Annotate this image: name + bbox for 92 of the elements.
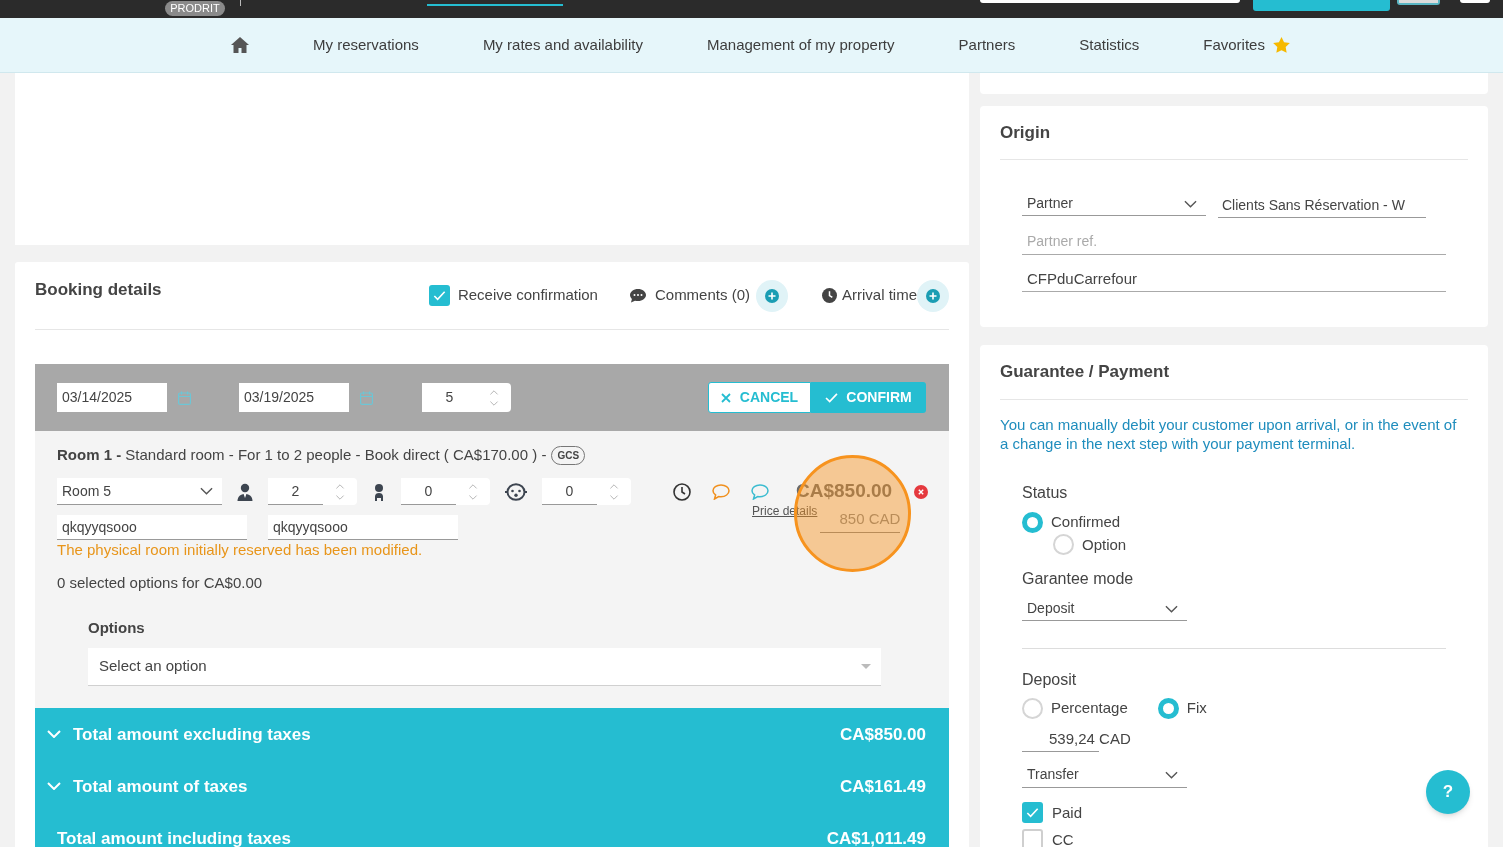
nav-link[interactable]: Management of my property <box>706 33 895 57</box>
checkbox-label: Receive confirmation <box>457 285 598 306</box>
environment-badge: PRODRIT <box>165 1 225 16</box>
field-label: Garantee mode <box>1022 569 1135 589</box>
field-label: Options <box>88 618 146 638</box>
radio-button[interactable] <box>1053 534 1074 556</box>
number-field[interactable]: 0 <box>401 478 456 505</box>
chevron-down-icon[interactable] <box>47 782 61 790</box>
guest-name-field[interactable]: qkqyyqsooo <box>268 515 458 540</box>
section-title: Guarantee / Payment <box>1000 361 1170 384</box>
close-icon <box>720 392 731 403</box>
radio-label: Fix <box>1186 698 1207 718</box>
number-stepper[interactable] <box>456 478 490 505</box>
warning-message: The physical room initially reserved has been modified. <box>57 540 424 560</box>
room-title: Room 1 - Standard room - For 1 to 2 people - Book direct ( CA$170.00 ) - <box>57 445 547 465</box>
nav-link[interactable]: Partners <box>958 33 1016 57</box>
section-title: Origin <box>1000 121 1051 144</box>
nav-link[interactable]: Statistics <box>1079 33 1140 57</box>
nav-link[interactable]: My rates and availability <box>482 33 643 57</box>
chevron-down-icon <box>1165 770 1178 779</box>
room-select[interactable]: Room 5 <box>57 478 222 505</box>
baby-face-icon <box>505 482 527 501</box>
speech-bubble-icon[interactable] <box>712 483 730 500</box>
radio-button[interactable] <box>1022 697 1043 719</box>
chat-bubble-icon <box>629 288 646 303</box>
guarantee-mode-select[interactable]: Deposit <box>1022 597 1187 621</box>
reference-field[interactable]: CFPduCarrefour <box>1022 265 1446 292</box>
checkbox-label: Paid <box>1052 804 1083 820</box>
comments-label: Comments (0) <box>654 285 750 306</box>
guest-name-field[interactable]: qkqyyqsooo <box>57 515 247 540</box>
calendar-icon[interactable] <box>360 390 373 405</box>
checkbox[interactable] <box>428 285 450 306</box>
caret-down-icon <box>861 664 871 669</box>
star-icon <box>1272 37 1290 53</box>
up-down-chevrons-icon <box>335 482 345 501</box>
child-icon <box>372 482 386 501</box>
radio-button[interactable] <box>1157 697 1179 719</box>
partner-name-field[interactable]: Clients Sans Réservation - W <box>1218 192 1426 218</box>
checkbox[interactable] <box>1022 801 1043 823</box>
checkbox[interactable] <box>1022 828 1043 847</box>
number-stepper[interactable] <box>597 478 631 505</box>
radio-label: Option <box>1082 534 1127 555</box>
options-select[interactable]: Select an option <box>88 648 881 686</box>
radio-button[interactable] <box>1022 511 1043 533</box>
total-label: Total amount of taxes <box>73 777 248 795</box>
calendar-icon[interactable] <box>178 390 191 405</box>
partner-type-select[interactable]: Partner <box>1022 192 1206 216</box>
number-stepper[interactable] <box>477 383 511 412</box>
number-field[interactable]: 5 <box>422 383 477 412</box>
total-label: Total amount including taxes <box>57 829 291 847</box>
total-amount: CA$1,011.49 <box>826 829 926 847</box>
plus-icon <box>926 288 940 303</box>
total-amount: CA$850.00 <box>840 725 926 743</box>
speech-bubble-icon[interactable] <box>751 483 769 500</box>
up-down-chevrons-icon <box>609 482 619 501</box>
chevron-down-icon <box>200 487 213 495</box>
check-icon <box>825 392 839 403</box>
home-icon[interactable] <box>231 37 249 53</box>
section-title: Booking details <box>35 278 162 301</box>
radio-label: Percentage <box>1051 698 1128 718</box>
nav-link[interactable]: My reservations <box>313 33 419 57</box>
field-label: Status <box>1022 483 1069 503</box>
total-label: Total amount excluding taxes <box>73 725 311 743</box>
header-button[interactable] <box>1397 0 1440 5</box>
number-field[interactable]: 0 <box>542 478 597 505</box>
add-comment-button[interactable] <box>756 279 788 312</box>
plus-icon <box>765 288 779 303</box>
total-amount: CA$161.49 <box>840 777 926 795</box>
checkbox-label: CC <box>1052 831 1074 847</box>
date-field[interactable]: 03/19/2025 <box>239 383 349 412</box>
chevron-down-icon <box>1184 199 1197 208</box>
field-label: Deposit <box>1022 670 1078 690</box>
search-field[interactable] <box>980 0 1240 3</box>
info-message: You can manually debit your customer upon arrival, or in the event of a change in the next step with your payment terminal. <box>1000 415 1458 453</box>
up-down-chevrons-icon <box>489 388 499 407</box>
payment-method-select[interactable]: Transfer <box>1022 762 1187 788</box>
date-field[interactable]: 03/14/2025 <box>57 383 167 412</box>
up-down-chevrons-icon <box>468 482 478 501</box>
chevron-down-icon[interactable] <box>47 730 61 738</box>
clock-icon[interactable] <box>673 482 691 501</box>
clock-icon <box>822 288 837 303</box>
options-summary: 0 selected options for CA$0.00 <box>57 573 264 593</box>
number-stepper[interactable] <box>323 478 357 505</box>
radio-label: Confirmed <box>1051 512 1121 532</box>
person-icon <box>237 482 253 501</box>
remove-icon[interactable] <box>914 484 929 499</box>
arrival-time-label: Arrival time <box>842 285 917 306</box>
add-arrival-time-button[interactable] <box>917 279 949 312</box>
nav-link[interactable]: Favorites <box>1203 33 1290 57</box>
number-field[interactable]: 2 <box>268 478 323 505</box>
partner-ref-field[interactable]: Partner ref. <box>1022 228 1446 255</box>
chevron-down-icon <box>1165 604 1178 613</box>
